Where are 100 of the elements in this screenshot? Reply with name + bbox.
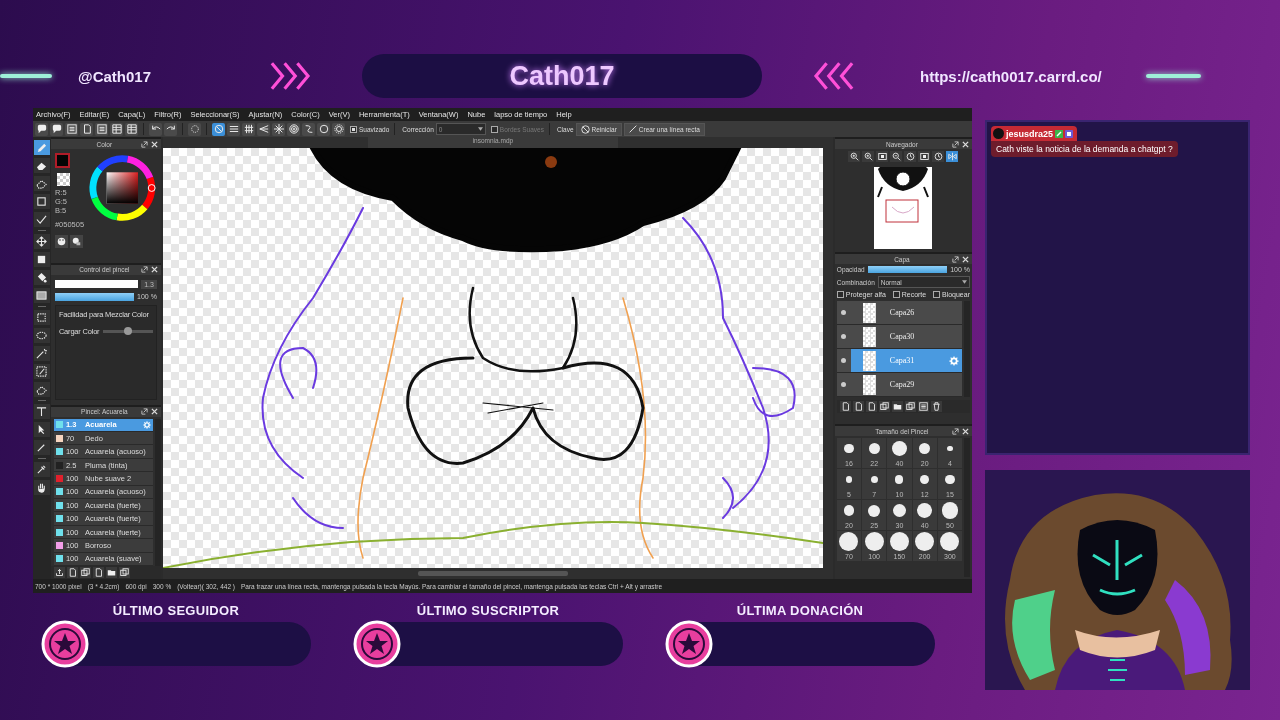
tool-button[interactable] — [33, 328, 50, 343]
toolbar-button[interactable] — [227, 122, 240, 136]
gradient-icon — [36, 290, 48, 301]
panel-button[interactable] — [904, 401, 916, 412]
navigator-button[interactable] — [932, 151, 945, 162]
tool-button[interactable] — [33, 480, 50, 495]
close-icon[interactable] — [150, 408, 158, 416]
navigator-button[interactable] — [890, 151, 903, 162]
panel-button[interactable] — [917, 401, 929, 412]
caret-icon — [477, 127, 483, 131]
toolbar-button[interactable] — [317, 122, 330, 136]
panel-button[interactable] — [930, 401, 942, 412]
panel-button[interactable] — [865, 401, 877, 412]
undock-icon[interactable] — [952, 427, 959, 435]
undock-icon[interactable] — [140, 140, 148, 148]
tool-button[interactable] — [33, 234, 50, 249]
close-icon[interactable] — [150, 140, 158, 148]
toolbar-button[interactable] — [257, 122, 270, 136]
toolbar-button[interactable] — [110, 122, 123, 136]
toolbar-button[interactable] — [287, 122, 300, 136]
document-icon — [67, 568, 77, 577]
toolbar-button[interactable] — [125, 122, 138, 136]
tool-button[interactable] — [33, 270, 50, 285]
toolbar-button[interactable] — [149, 122, 162, 136]
visibility-toggle[interactable] — [840, 310, 846, 315]
toolbar-button[interactable] — [95, 122, 108, 136]
trash-icon — [931, 402, 941, 411]
navigator-button[interactable] — [904, 151, 917, 162]
undock-icon[interactable] — [140, 266, 148, 274]
navigator-button[interactable] — [848, 151, 861, 162]
tool-button[interactable] — [33, 310, 50, 325]
panel-button[interactable] — [92, 567, 104, 578]
selection-pen-icon — [36, 366, 48, 377]
scrollbar[interactable] — [822, 137, 833, 579]
color-wheel[interactable] — [88, 153, 157, 223]
toolbar-button[interactable] — [164, 122, 177, 136]
toolbar-button[interactable] — [50, 122, 63, 136]
transparent-swatch[interactable] — [56, 173, 70, 186]
toolbar-button[interactable] — [80, 122, 93, 136]
palette-button[interactable] — [54, 235, 68, 248]
tool-button[interactable] — [33, 462, 50, 477]
panel-button[interactable] — [839, 401, 851, 412]
toolbar-button[interactable] — [332, 122, 345, 136]
foreground-color-swatch[interactable] — [54, 153, 70, 168]
panel-button[interactable] — [852, 401, 864, 412]
square-icon — [36, 196, 48, 207]
close-icon[interactable] — [150, 266, 158, 274]
toolbar-button[interactable] — [65, 122, 78, 136]
visibility-toggle[interactable] — [840, 334, 846, 339]
tool-button[interactable] — [33, 404, 50, 419]
panel-button[interactable] — [105, 567, 117, 578]
close-icon[interactable] — [962, 255, 969, 263]
grid-icon — [126, 124, 137, 134]
tool-button[interactable] — [33, 364, 50, 379]
scrollbar[interactable] — [417, 571, 568, 576]
scrollbar[interactable] — [154, 418, 161, 566]
slider[interactable] — [54, 280, 139, 289]
panel-button[interactable] — [66, 567, 78, 578]
visibility-toggle[interactable] — [840, 382, 846, 387]
toolbar-button[interactable] — [242, 122, 255, 136]
toolbar-button[interactable] — [212, 122, 225, 136]
tool-button[interactable] — [33, 252, 50, 267]
tool-button[interactable] — [33, 440, 50, 455]
palette-button[interactable] — [69, 235, 83, 248]
tool-button[interactable] — [33, 158, 50, 173]
panel-button[interactable] — [79, 567, 91, 578]
hand-icon — [36, 482, 48, 493]
panel-button[interactable] — [878, 401, 890, 412]
tool-button[interactable] — [33, 346, 50, 361]
tool-button[interactable] — [33, 176, 50, 191]
close-icon[interactable] — [962, 140, 969, 148]
visibility-toggle[interactable] — [840, 358, 846, 363]
brush-icon — [36, 142, 48, 153]
toolbar-button[interactable] — [35, 122, 48, 136]
panel-button[interactable] — [53, 567, 65, 578]
panel-button[interactable] — [891, 401, 903, 412]
slider[interactable] — [54, 293, 135, 301]
navigator-button[interactable] — [918, 151, 931, 162]
toolbar-button[interactable] — [272, 122, 285, 136]
tool-button[interactable] — [33, 288, 50, 303]
toolbar-button[interactable] — [302, 122, 315, 136]
tool-button[interactable] — [33, 140, 50, 155]
navigator-button[interactable] — [862, 151, 875, 162]
concentric-circles-icon — [288, 124, 299, 134]
undock-icon[interactable] — [952, 255, 959, 263]
navigator-button[interactable] — [876, 151, 889, 162]
tool-button[interactable] — [33, 212, 50, 227]
tool-button[interactable] — [33, 382, 50, 397]
tool-button[interactable] — [33, 422, 50, 437]
slider[interactable] — [103, 330, 153, 333]
bucket-icon — [36, 272, 48, 283]
close-icon[interactable] — [962, 427, 969, 435]
list-icon — [918, 402, 928, 411]
undock-icon[interactable] — [952, 140, 959, 148]
tool-button[interactable] — [33, 194, 50, 209]
navigator-thumbnail[interactable] — [874, 167, 933, 249]
slider[interactable] — [867, 266, 948, 273]
undock-icon[interactable] — [140, 408, 148, 416]
panel-button[interactable] — [118, 567, 130, 578]
navigator-button[interactable] — [946, 151, 959, 162]
